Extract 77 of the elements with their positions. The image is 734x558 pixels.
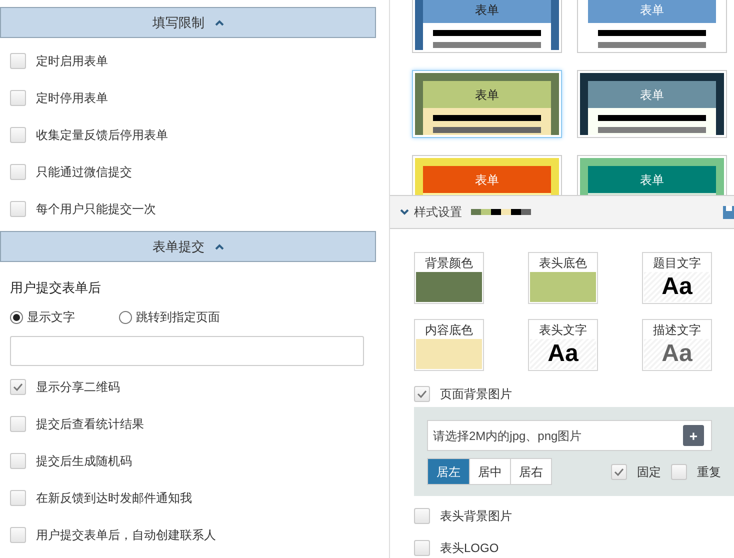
- font-sample: Aa: [662, 273, 692, 301]
- settings-bar[interactable]: 样式设置: [390, 195, 734, 229]
- radio-button[interactable]: [119, 310, 132, 324]
- checkbox[interactable]: [10, 452, 26, 468]
- checkbox-label: 定时停用表单: [36, 90, 108, 106]
- checkbox[interactable]: [611, 464, 627, 480]
- style-swatch[interactable]: 背景颜色: [414, 252, 484, 304]
- checkbox-label: 显示分享二维码: [36, 378, 120, 396]
- settings-title: 样式设置: [414, 204, 462, 221]
- swatch-label: 表头文字: [538, 322, 588, 339]
- style-swatch[interactable]: 表头文字 Aa: [528, 319, 598, 371]
- check-icon: [417, 390, 427, 398]
- checkbox[interactable]: [10, 200, 26, 216]
- template-title: 表单: [475, 2, 499, 18]
- chevron-icon: [214, 20, 224, 26]
- template-card[interactable]: 表单: [577, 155, 727, 195]
- checkbox[interactable]: [10, 490, 26, 506]
- checkbox[interactable]: [414, 540, 430, 556]
- swatch-label: 题目文字: [652, 255, 702, 272]
- swatch-label: 背景颜色: [424, 255, 474, 272]
- checkbox-label: 页面背景图片: [440, 386, 512, 403]
- checkbox[interactable]: [10, 52, 26, 68]
- checkbox-label: 收集定量反馈后停用表单: [36, 126, 168, 144]
- chevron-icon: [400, 209, 409, 215]
- checkbox[interactable]: [10, 126, 26, 142]
- checkbox-label: 固定: [637, 464, 661, 480]
- section-header[interactable]: 表单提交: [0, 231, 376, 262]
- check-icon: [13, 382, 23, 390]
- template-title: 表单: [475, 86, 499, 104]
- template-title: 表单: [640, 172, 664, 188]
- checkbox[interactable]: [414, 386, 430, 402]
- font-sample: Aa: [548, 340, 578, 368]
- checkbox-label: 定时启用表单: [36, 52, 108, 70]
- checkbox-label: 提交后生成随机码: [36, 452, 132, 470]
- radio-button[interactable]: [10, 310, 23, 324]
- template-title: 表单: [640, 2, 664, 18]
- swatch-label: 表头底色: [538, 255, 588, 272]
- group-heading: 用户提交表单后: [10, 280, 101, 295]
- style-swatch[interactable]: 表头底色: [528, 252, 598, 304]
- template-title: 表单: [475, 172, 499, 188]
- checkbox-label: 每个用户只能提交一次: [36, 200, 156, 218]
- swatch-label: 内容底色: [424, 322, 474, 339]
- font-sample: Aa: [662, 340, 692, 368]
- radio-label: 跳转到指定页面: [136, 309, 220, 326]
- align-tab[interactable]: 居左: [428, 459, 469, 484]
- template-card[interactable]: 表单: [412, 70, 562, 138]
- add-button[interactable]: +: [683, 425, 704, 446]
- radio-label: 显示文字: [27, 309, 75, 326]
- template-card[interactable]: 表单: [412, 0, 562, 53]
- checkbox-label: 表头LOGO: [440, 540, 499, 557]
- section-title: 表单提交: [152, 238, 204, 256]
- checkbox-label: 表头背景图片: [440, 508, 512, 525]
- checkbox-label: 重复: [697, 464, 721, 480]
- checkbox[interactable]: [671, 464, 687, 480]
- style-swatch[interactable]: 题目文字 Aa: [642, 252, 712, 304]
- checkbox[interactable]: [10, 416, 26, 432]
- section-title: 填写限制: [152, 14, 204, 32]
- style-swatch[interactable]: 内容底色: [414, 319, 484, 371]
- checkbox[interactable]: [10, 164, 26, 180]
- checkbox[interactable]: [10, 526, 26, 542]
- template-card[interactable]: 表单: [412, 155, 562, 195]
- save-icon[interactable]: [723, 205, 734, 219]
- checkbox-label: 用户提交表单后，自动创建联系人: [36, 526, 216, 544]
- swatch-label: 描述文字: [652, 322, 702, 339]
- text-field[interactable]: [10, 336, 364, 366]
- checkbox[interactable]: [10, 90, 26, 106]
- style-swatch[interactable]: 描述文字 Aa: [642, 319, 712, 371]
- checkbox-label: 只能通过微信提交: [36, 164, 132, 180]
- checkbox[interactable]: [414, 508, 430, 524]
- check-icon: [614, 468, 624, 476]
- checkbox[interactable]: [10, 378, 26, 394]
- section-header[interactable]: 填写限制: [0, 7, 376, 38]
- template-title: 表单: [640, 86, 664, 104]
- checkbox-label: 在新反馈到达时发邮件通知我: [36, 490, 192, 506]
- file-path-field[interactable]: 请选择2M内的jpg、png图片 +: [427, 420, 712, 451]
- chevron-icon: [214, 244, 224, 250]
- checkbox-label: 提交后查看统计结果: [36, 416, 144, 432]
